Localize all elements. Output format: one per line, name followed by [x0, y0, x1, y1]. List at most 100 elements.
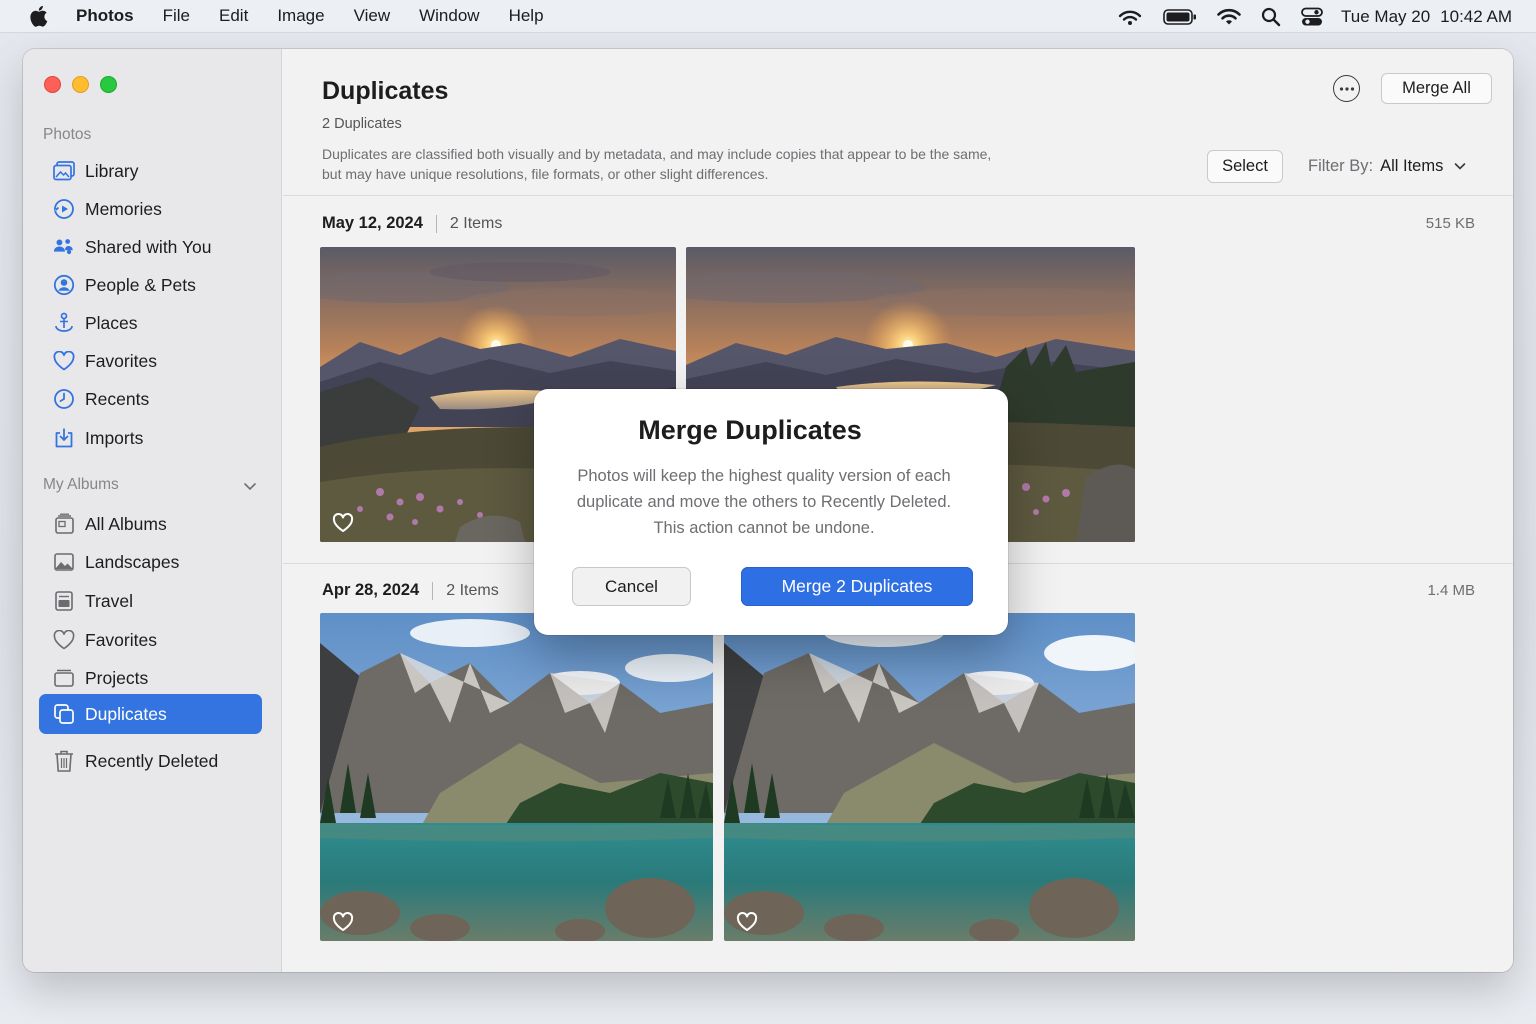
sidebar-item-label: Favorites [85, 629, 157, 650]
favorite-heart-icon[interactable] [736, 912, 758, 932]
page-description: Duplicates are classified both visually … [322, 145, 1042, 184]
description-line: but may have unique resolutions, file fo… [322, 165, 769, 182]
separator [435, 214, 437, 233]
sidebar-item-label: Favorites [85, 350, 157, 371]
mountain-lake-photo [320, 613, 713, 941]
group-item-count: 2 Items [449, 214, 503, 232]
wifi-icon[interactable] [1217, 8, 1241, 26]
sidebar-item-label: Places [85, 312, 138, 333]
travel-icon [53, 590, 75, 612]
sidebar-item-album-favorites[interactable]: Favorites [39, 620, 262, 660]
close-button[interactable] [44, 76, 61, 93]
menu-app-name[interactable]: Photos [76, 6, 134, 26]
sidebar-item-places[interactable]: Places [39, 303, 262, 343]
sidebar-item-imports[interactable]: Imports [39, 418, 262, 458]
dialog-title: Merge Duplicates [638, 415, 862, 445]
photo-thumbnail[interactable] [320, 613, 713, 941]
menubar-clock[interactable]: Tue May 20 10:42 AM [1341, 7, 1512, 27]
group-header: May 12, 2024 2 Items [322, 214, 502, 233]
sidebar-item-label: Library [85, 160, 139, 181]
trash-icon [53, 750, 75, 772]
group-date: May 12, 2024 [322, 214, 423, 232]
filter-label: Filter By: [1308, 157, 1374, 175]
dialog-message: Photos will keep the highest quality ver… [564, 463, 964, 541]
apple-menu-icon[interactable] [28, 5, 50, 27]
group-date: Apr 28, 2024 [322, 581, 420, 599]
ellipsis-icon [1339, 86, 1354, 91]
zoom-button[interactable] [100, 76, 117, 93]
heart-icon [53, 350, 75, 372]
clock-icon [53, 388, 75, 410]
sidebar-item-label: Duplicates [85, 703, 167, 724]
sidebar-item-duplicates[interactable]: Duplicates [39, 694, 262, 734]
dialog-message-line: duplicate and move the others to Recentl… [576, 493, 952, 511]
chevron-down-icon[interactable] [243, 479, 257, 498]
control-center-icon[interactable] [1301, 7, 1323, 27]
search-icon[interactable] [1261, 7, 1281, 27]
favorite-heart-icon[interactable] [332, 513, 354, 533]
header-divider [283, 195, 1513, 196]
merge-all-button[interactable]: Merge All [1381, 73, 1492, 104]
merge-dialog: Merge Duplicates Photos will keep the hi… [534, 389, 1008, 635]
sidebar-section-photos: Photos [43, 126, 92, 143]
shared-icon [53, 236, 75, 258]
sidebar-item-favorites[interactable]: Favorites [39, 341, 262, 381]
airdrop-icon[interactable] [1117, 8, 1143, 26]
sidebar-item-label: Imports [85, 427, 144, 448]
favorite-heart-icon[interactable] [332, 912, 354, 932]
description-line: Duplicates are classified both visually … [322, 146, 992, 162]
sidebar-item-all-albums[interactable]: All Albums [39, 504, 262, 544]
sidebar-item-label: Landscapes [85, 551, 180, 572]
sidebar-item-shared[interactable]: Shared with You [39, 227, 262, 267]
more-options-button[interactable] [1333, 75, 1360, 102]
sidebar-item-label: All Albums [85, 513, 167, 534]
photo-thumbnail[interactable] [724, 613, 1135, 941]
menu-window[interactable]: Window [419, 6, 479, 26]
sidebar-item-label: Memories [85, 198, 162, 219]
sidebar-item-label: Recently Deleted [85, 750, 219, 771]
cancel-button[interactable]: Cancel [572, 567, 691, 606]
filter-value: All Items [1380, 157, 1444, 175]
menu-help[interactable]: Help [509, 6, 544, 26]
select-button[interactable]: Select [1207, 150, 1283, 183]
albums-icon [53, 513, 75, 535]
places-icon [53, 312, 75, 334]
minimize-button[interactable] [72, 76, 89, 93]
heart-icon [53, 629, 75, 651]
window-controls [44, 76, 128, 93]
menu-view[interactable]: View [354, 6, 391, 26]
sidebar-section-albums[interactable]: My Albums [43, 476, 119, 494]
separator [432, 581, 434, 600]
filter-dropdown[interactable]: Filter By: All Items [1308, 157, 1466, 176]
folder-icon [53, 667, 75, 689]
group-size: 515 KB [1425, 215, 1475, 232]
sidebar-item-recents[interactable]: Recents [39, 379, 262, 419]
mountain-lake-photo [724, 613, 1135, 941]
merge-duplicates-button[interactable]: Merge 2 Duplicates [741, 567, 973, 606]
menu-bar: Photos File Edit Image View Window Help … [0, 0, 1536, 33]
group-item-count: 2 Items [446, 581, 499, 599]
photo-icon [53, 551, 75, 573]
memories-icon [53, 198, 75, 220]
sidebar-item-projects[interactable]: Projects [39, 658, 262, 698]
menu-image[interactable]: Image [277, 6, 324, 26]
sidebar-item-label: Shared with You [85, 236, 212, 257]
sidebar-item-label: Projects [85, 667, 149, 688]
sidebar-item-library[interactable]: Library [39, 151, 262, 191]
sidebar-item-people[interactable]: People & Pets [39, 265, 262, 305]
menu-file[interactable]: File [163, 6, 190, 26]
sidebar-item-landscapes[interactable]: Landscapes [39, 542, 262, 582]
menu-edit[interactable]: Edit [219, 6, 248, 26]
battery-icon[interactable] [1163, 8, 1197, 26]
sidebar-item-recently-deleted[interactable]: Recently Deleted [39, 741, 262, 781]
chevron-down-icon [1454, 157, 1466, 176]
sidebar-item-label: People & Pets [85, 274, 196, 295]
sidebar: Photos Library Memories Shared with You … [23, 49, 282, 972]
dialog-message-line: This action cannot be undone. [653, 519, 875, 537]
page-title: Duplicates [322, 77, 449, 105]
duplicates-icon [53, 703, 75, 725]
group-header: Apr 28, 2024 2 Items [322, 581, 499, 600]
duplicate-count: 2 Duplicates [322, 116, 402, 132]
sidebar-item-memories[interactable]: Memories [39, 189, 262, 229]
sidebar-item-travel[interactable]: Travel [39, 581, 262, 621]
